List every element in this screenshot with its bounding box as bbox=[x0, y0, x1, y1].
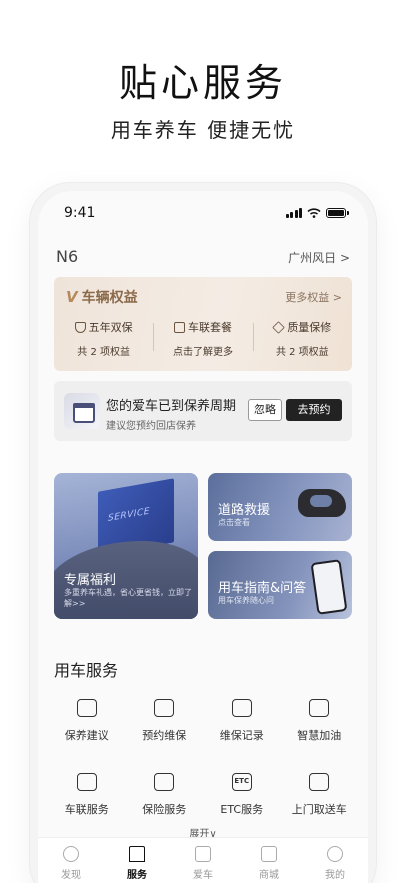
sim-card-icon bbox=[173, 321, 185, 333]
car-pickup-icon bbox=[309, 773, 330, 791]
status-time: 9:41 bbox=[64, 205, 96, 221]
battery-icon bbox=[326, 208, 349, 218]
exclusive-welfare-card[interactable]: SERVICE 专属福利 多重养车礼遇，省心更省钱，立即了解>> bbox=[54, 473, 198, 619]
benefit-desc: 点击了解更多 bbox=[172, 347, 233, 358]
store-icon bbox=[261, 846, 277, 862]
benefits-title: 车辆权益 bbox=[81, 290, 138, 306]
service-item[interactable]: 上门取送车 bbox=[281, 773, 359, 817]
rescue-subtitle: 点击查看 bbox=[218, 518, 250, 527]
fuel-icon bbox=[309, 699, 330, 717]
car-image bbox=[298, 489, 346, 517]
tab-service[interactable]: 服务 bbox=[107, 846, 167, 883]
car-guide-card[interactable]: 用车指南&问答 用车保养随心问 bbox=[208, 551, 352, 619]
bookmark-icon bbox=[129, 846, 145, 862]
shield-check-icon bbox=[74, 321, 86, 333]
service-item[interactable]: 保险服务 bbox=[126, 773, 204, 817]
tab-label: 商城 bbox=[259, 870, 279, 881]
service-label: ETC服务 bbox=[220, 803, 264, 816]
benefit-name: 车联套餐 bbox=[187, 321, 232, 334]
service-item[interactable]: ETC ETC服务 bbox=[203, 773, 281, 817]
tab-label: 服务 bbox=[127, 870, 147, 881]
benefit-name: 五年双保 bbox=[88, 321, 133, 334]
tab-label: 发现 bbox=[61, 870, 81, 881]
hero-title: 贴心服务 bbox=[118, 61, 287, 105]
vehicle-benefits-card[interactable]: V 车辆权益 更多权益 > 五年双保 共 2 项权益 车联套餐 点击了解更多 质… bbox=[54, 277, 352, 371]
tab-discover[interactable]: 发现 bbox=[41, 846, 101, 883]
phone-frame: 9:41 N6 广州风日 > V 车辆权益 更多权益 > 五年双保 共 2 项权… bbox=[30, 183, 376, 883]
tab-label: 我的 bbox=[325, 870, 345, 881]
schedule-icon bbox=[154, 699, 175, 717]
dealer-link[interactable]: 广州风日 > bbox=[288, 249, 350, 266]
service-item[interactable]: 预约维保 bbox=[126, 699, 204, 743]
service-label: 上门取送车 bbox=[291, 803, 347, 816]
welfare-desc: 多重养车礼遇，省心更省钱，立即了解>> bbox=[64, 588, 192, 608]
welfare-title: 专属福利 bbox=[64, 573, 117, 588]
rescue-title: 道路救援 bbox=[218, 503, 271, 518]
tab-store[interactable]: 商城 bbox=[239, 846, 299, 883]
status-icons bbox=[285, 208, 349, 218]
service-label: 车联服务 bbox=[64, 803, 109, 816]
service-label: 维保记录 bbox=[219, 729, 264, 742]
car-shield-icon bbox=[154, 773, 175, 791]
service-box-label: SERVICE bbox=[108, 506, 150, 524]
app-screen: 9:41 N6 广州风日 > V 车辆权益 更多权益 > 五年双保 共 2 项权… bbox=[38, 191, 368, 883]
car-selector[interactable]: N6 广州风日 > bbox=[56, 247, 350, 271]
ignore-button[interactable]: 忽略 bbox=[248, 399, 282, 421]
tab-my-car[interactable]: 爱车 bbox=[173, 846, 233, 883]
more-benefits-link[interactable]: 更多权益 > bbox=[285, 289, 342, 305]
benefit-item[interactable]: 质量保修 共 2 项权益 bbox=[252, 319, 352, 358]
hero-subtitle: 用车养车 便捷无忧 bbox=[110, 118, 296, 142]
connected-car-icon bbox=[76, 773, 97, 791]
service-label: 保险服务 bbox=[142, 803, 187, 816]
road-rescue-card[interactable]: 道路救援 点击查看 bbox=[208, 473, 352, 541]
profile-icon bbox=[327, 846, 343, 862]
calendar-icon bbox=[64, 393, 100, 429]
service-item[interactable]: 维保记录 bbox=[203, 699, 281, 743]
maintenance-reminder: 您的爱车已到保养周期 建议您预约回店保养 忽略 去预约 bbox=[54, 381, 352, 441]
clipboard-icon bbox=[231, 699, 252, 717]
benefit-item[interactable]: 车联套餐 点击了解更多 bbox=[153, 319, 252, 358]
wifi-icon bbox=[307, 208, 321, 218]
guide-title: 用车指南&问答 bbox=[218, 581, 307, 596]
benefit-desc: 共 2 项权益 bbox=[275, 347, 329, 358]
compass-icon bbox=[63, 846, 79, 862]
service-item[interactable]: 智慧加油 bbox=[281, 699, 359, 743]
tab-profile[interactable]: 我的 bbox=[305, 846, 365, 883]
smile-card-icon bbox=[76, 699, 97, 717]
signal-icon bbox=[285, 208, 302, 218]
book-button[interactable]: 去预约 bbox=[286, 399, 342, 421]
diamond-icon bbox=[272, 320, 286, 334]
tab-bar: 发现 服务 爱车 商城 我的 bbox=[38, 837, 368, 883]
reminder-subtitle: 建议您预约回店保养 bbox=[106, 421, 196, 432]
etc-icon: ETC bbox=[231, 773, 252, 791]
benefit-name: 质量保修 bbox=[287, 321, 332, 334]
benefit-desc: 共 2 项权益 bbox=[77, 347, 131, 358]
service-label: 预约维保 bbox=[142, 729, 187, 742]
service-item[interactable]: 车联服务 bbox=[48, 773, 126, 817]
benefit-item[interactable]: 五年双保 共 2 项权益 bbox=[54, 319, 153, 358]
tab-label: 爱车 bbox=[193, 870, 213, 881]
guide-subtitle: 用车保养随心问 bbox=[218, 596, 274, 605]
v-logo-icon: V bbox=[66, 288, 78, 306]
car-icon bbox=[195, 846, 211, 862]
service-item[interactable]: 保养建议 bbox=[48, 699, 126, 743]
service-label: 保养建议 bbox=[64, 729, 109, 742]
services-title: 用车服务 bbox=[54, 661, 119, 680]
services-grid: 保养建议 预约维保 维保记录 智慧加油 车联服务 保险服务 ETC ETC服务 上… bbox=[48, 699, 358, 817]
service-label: 智慧加油 bbox=[297, 729, 342, 742]
reminder-title: 您的爱车已到保养周期 bbox=[106, 399, 237, 414]
benefits-header: V 车辆权益 bbox=[66, 287, 138, 307]
phone-in-hand-image bbox=[310, 559, 348, 615]
car-model: N6 bbox=[56, 247, 79, 266]
status-bar: 9:41 bbox=[38, 205, 368, 225]
promo-cards: SERVICE 专属福利 多重养车礼遇，省心更省钱，立即了解>> 道路救援 点击… bbox=[54, 473, 352, 619]
